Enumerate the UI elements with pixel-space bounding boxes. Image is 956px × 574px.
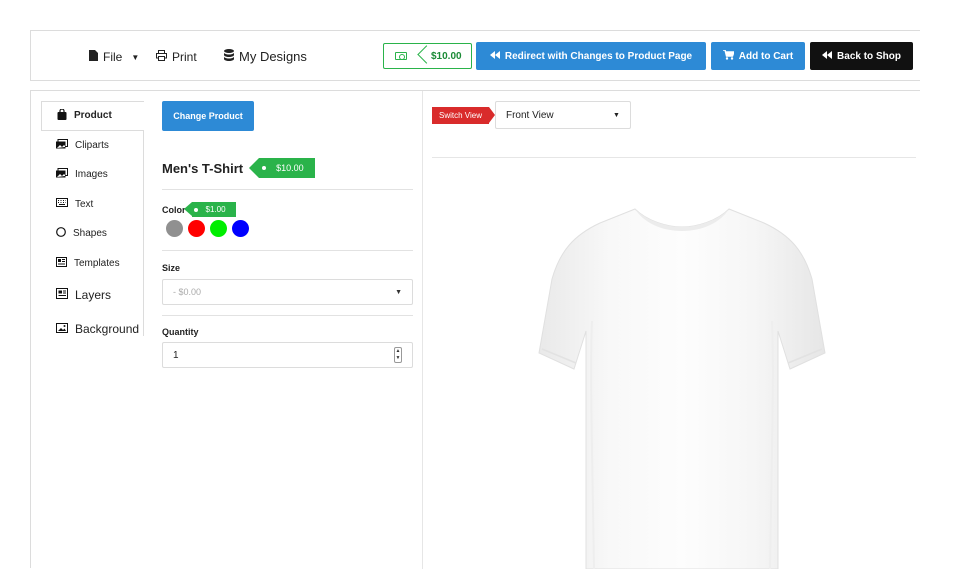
preview-divider [432, 157, 916, 158]
file-menu-label: File [103, 50, 123, 64]
database-icon [224, 49, 234, 64]
preview-area: Switch View Front View ▼ [432, 101, 921, 570]
back-to-shop-button[interactable]: Back to Shop [810, 42, 913, 70]
layers-icon [56, 288, 68, 302]
quantity-value: 1 [173, 349, 179, 361]
redirect-label: Redirect with Changes to Product Page [504, 50, 693, 62]
size-label: Size [162, 263, 181, 273]
sidebar-item-cliparts[interactable]: Cliparts [41, 131, 144, 161]
keyboard-icon [56, 198, 68, 210]
color-label: Color [162, 204, 186, 215]
add-to-cart-label: Add to Cart [738, 50, 794, 62]
color-price-tag: $1.00 [183, 202, 236, 217]
size-select[interactable]: - $0.00 ▼ [162, 279, 413, 305]
tshirt-image [538, 208, 826, 570]
image-icon [56, 168, 68, 181]
bag-icon [57, 108, 67, 123]
color-label-row: Color $1.00 [162, 202, 413, 217]
sidebar-item-label: Shapes [73, 228, 107, 240]
divider [162, 315, 413, 316]
divider [162, 189, 413, 190]
color-swatch-gray[interactable] [166, 220, 183, 237]
add-to-cart-button[interactable]: Add to Cart [711, 42, 805, 70]
view-select[interactable]: Front View ▼ [494, 101, 631, 129]
product-title: Men's T-Shirt [162, 160, 244, 176]
panel-divider [422, 91, 423, 569]
design-canvas[interactable] [532, 201, 832, 570]
color-swatch-green[interactable] [210, 220, 227, 237]
sidebar-item-product[interactable]: Product [41, 101, 144, 131]
backward-icon [489, 50, 500, 62]
file-icon [89, 50, 98, 64]
sidebar-item-images[interactable]: Images [41, 160, 144, 190]
quantity-label: Quantity [162, 327, 199, 337]
caret-down-icon: ▼ [131, 52, 140, 62]
switch-view-row: Switch View Front View ▼ [432, 101, 921, 129]
backward-icon [822, 50, 833, 62]
sidebar-item-layers[interactable]: Layers [41, 278, 144, 312]
sidebar-item-label: Templates [74, 257, 120, 269]
color-swatch-blue[interactable] [232, 220, 249, 237]
price-separator [418, 43, 428, 69]
sidebar-item-templates[interactable]: Templates [41, 249, 144, 279]
my-designs-button[interactable]: My Designs [224, 49, 307, 64]
print-button[interactable]: Print [156, 50, 197, 64]
designer-panel: Product Cliparts Images Text Shapes Temp… [30, 90, 921, 570]
quantity-section: Quantity 1 ▲ ▼ [162, 327, 413, 368]
caret-down-icon: ▼ [613, 111, 620, 119]
product-price-tag: $10.00 [249, 158, 315, 178]
size-select-value: - $0.00 [173, 287, 202, 297]
money-icon [384, 51, 418, 62]
file-menu[interactable]: File ▼ [89, 50, 139, 64]
back-to-shop-label: Back to Shop [837, 50, 901, 62]
top-toolbar: File ▼ Print My Designs $10.00 Redirect … [30, 30, 920, 81]
size-section: Size - $0.00 ▼ [162, 263, 413, 305]
quantity-stepper[interactable]: ▲ ▼ [394, 347, 402, 363]
view-select-value: Front View [505, 109, 554, 121]
sidebar-item-text[interactable]: Text [41, 190, 144, 220]
sidebar-item-shapes[interactable]: Shapes [41, 219, 144, 249]
product-title-row: Men's T-Shirt $10.00 [162, 157, 413, 179]
sidebar-divider [143, 131, 144, 336]
color-section: Color $1.00 [162, 202, 413, 237]
change-product-button[interactable]: Change Product [162, 101, 254, 131]
print-label: Print [172, 50, 197, 64]
color-swatches [166, 220, 413, 237]
template-icon [56, 256, 67, 270]
redirect-button[interactable]: Redirect with Changes to Product Page [476, 42, 706, 70]
sidebar-item-background[interactable]: Background [41, 312, 144, 346]
printer-icon [156, 50, 167, 64]
sidebar-item-label: Cliparts [75, 139, 109, 151]
switch-view-label: Switch View [432, 106, 495, 124]
circle-icon [56, 227, 66, 240]
my-designs-label: My Designs [239, 49, 307, 64]
sidebar-item-label: Images [75, 169, 108, 181]
sidebar: Product Cliparts Images Text Shapes Temp… [41, 101, 144, 346]
caret-down-icon: ▼ [395, 288, 402, 296]
total-price-box: $10.00 [383, 43, 472, 69]
sidebar-item-label: Background [75, 322, 140, 336]
sidebar-item-label: Text [75, 198, 94, 210]
divider [162, 250, 413, 251]
quantity-input[interactable]: 1 ▲ ▼ [162, 342, 413, 368]
sidebar-item-label: Product [74, 110, 112, 122]
cart-icon [722, 48, 735, 63]
sidebar-item-label: Layers [75, 288, 112, 302]
product-options: Change Product Men's T-Shirt $10.00 Colo… [162, 101, 413, 368]
picture-icon [56, 322, 68, 336]
image-icon [56, 138, 68, 152]
color-swatch-red[interactable] [188, 220, 205, 237]
